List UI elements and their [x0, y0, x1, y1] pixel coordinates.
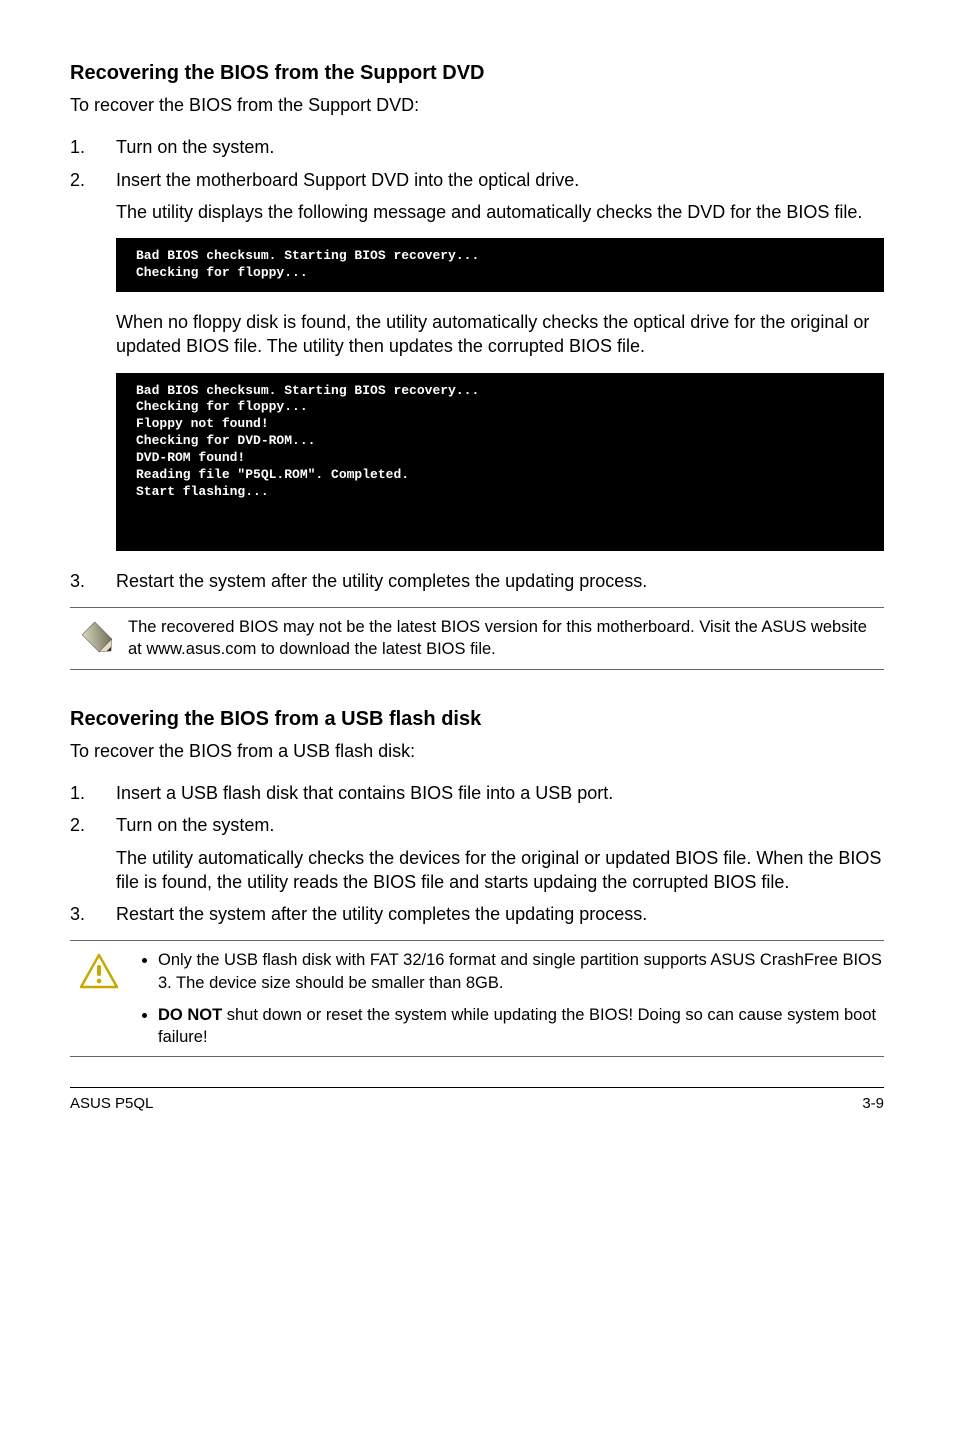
- step-text: Restart the system after the utility com…: [116, 569, 884, 593]
- step-main-text: Turn on the system.: [116, 815, 274, 835]
- warning-block: Only the USB flash disk with FAT 32/16 f…: [70, 940, 884, 1057]
- step-text: Turn on the system.: [116, 135, 884, 159]
- warning-bullet-1: Only the USB flash disk with FAT 32/16 f…: [158, 949, 884, 994]
- section1-intro: To recover the BIOS from the Support DVD…: [70, 93, 884, 117]
- section1-step3: 3. Restart the system after the utility …: [70, 569, 884, 593]
- list-item: 2. Insert the motherboard Support DVD in…: [70, 168, 884, 225]
- step-sub-text: The utility automatically checks the dev…: [116, 846, 884, 895]
- terminal-output-1: Bad BIOS checksum. Starting BIOS recover…: [116, 238, 884, 292]
- list-item: 3. Restart the system after the utility …: [70, 569, 884, 593]
- section2-intro: To recover the BIOS from a USB flash dis…: [70, 739, 884, 763]
- list-item: 3. Restart the system after the utility …: [70, 902, 884, 926]
- section1-mid-paragraph: When no floppy disk is found, the utilit…: [116, 310, 884, 359]
- section1-steps: 1. Turn on the system. 2. Insert the mot…: [70, 135, 884, 224]
- step-sub-text: The utility displays the following messa…: [116, 200, 884, 224]
- step-main-text: Insert the motherboard Support DVD into …: [116, 170, 579, 190]
- footer-right: 3-9: [862, 1094, 884, 1114]
- step-text: Turn on the system. The utility automati…: [116, 813, 884, 894]
- step-number: 3.: [70, 569, 116, 593]
- step-text: Insert a USB flash disk that contains BI…: [116, 781, 884, 805]
- terminal-output-2: Bad BIOS checksum. Starting BIOS recover…: [116, 373, 884, 551]
- warning-rest: shut down or reset the system while upda…: [158, 1006, 876, 1046]
- page-footer: ASUS P5QL 3-9: [70, 1087, 884, 1114]
- list-item: 1. Insert a USB flash disk that contains…: [70, 781, 884, 805]
- step-number: 1.: [70, 781, 116, 805]
- step-number: 3.: [70, 902, 116, 926]
- list-item: 1. Turn on the system.: [70, 135, 884, 159]
- footer-left: ASUS P5QL: [70, 1094, 153, 1114]
- list-item: 2. Turn on the system. The utility autom…: [70, 813, 884, 894]
- section1-heading: Recovering the BIOS from the Support DVD: [70, 60, 884, 87]
- warning-bullet-2: DO NOT shut down or reset the system whi…: [158, 1004, 884, 1049]
- note-block: The recovered BIOS may not be the latest…: [70, 607, 884, 670]
- warning-icon: [70, 949, 128, 989]
- step-number: 2.: [70, 813, 116, 894]
- note-text: The recovered BIOS may not be the latest…: [128, 616, 884, 661]
- step-text: Insert the motherboard Support DVD into …: [116, 168, 884, 225]
- section2-heading: Recovering the BIOS from a USB flash dis…: [70, 706, 884, 733]
- step-number: 1.: [70, 135, 116, 159]
- step-number: 2.: [70, 168, 116, 225]
- pencil-icon: [70, 616, 128, 658]
- step-text: Restart the system after the utility com…: [116, 902, 884, 926]
- section2-steps: 1. Insert a USB flash disk that contains…: [70, 781, 884, 926]
- warning-text: Only the USB flash disk with FAT 32/16 f…: [128, 949, 884, 1048]
- warning-strong: DO NOT: [158, 1006, 222, 1024]
